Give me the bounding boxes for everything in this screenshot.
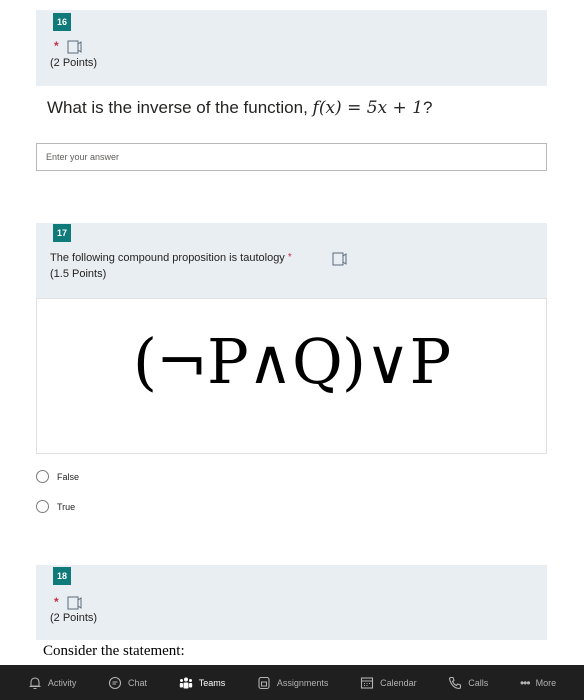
expression-image: (¬P∧Q)∨P [36,298,547,454]
nav-label: Chat [128,677,148,688]
question-prompt: What is the inverse of the function, f(x… [47,98,433,118]
option-label: False [57,471,80,482]
question-18-prompt: Consider the statement: [36,640,547,665]
teams-icon [179,677,192,688]
question-16-prompt: What is the inverse of the function, f(x… [36,86,547,128]
nav-teams[interactable]: Teams [179,676,226,690]
question-points: (2 Points) [50,57,98,69]
chat-icon [108,676,122,689]
option-true[interactable]: True [36,500,75,513]
question-points: (2 Points) [50,612,98,624]
logic-expression: (¬P∧Q)∨P [132,325,451,398]
bell-icon [29,676,41,689]
radio-button[interactable] [36,500,49,513]
calendar-icon [361,676,374,689]
question-points: (1.5 Points) [50,268,107,280]
nav-activity[interactable]: Activity [28,676,77,690]
question-title: The following compound proposition is ta… [50,252,285,264]
question-number: 18 [53,567,71,585]
nav-label: Calls [468,677,489,688]
question-text: Consider the statement: [43,643,185,659]
nav-chat[interactable]: Chat [108,676,147,690]
nav-label: Calendar [380,677,417,688]
nav-more[interactable]: ••• More [520,676,556,690]
more-icon: ••• [519,675,531,690]
immersive-reader-icon[interactable] [332,252,348,266]
phone-icon [449,676,462,689]
question-number: 17 [53,224,71,242]
question-17-header: 17 The following compound proposition is… [36,223,547,298]
immersive-reader-icon[interactable] [67,596,83,610]
nav-assignments[interactable]: Assignments [257,676,329,690]
assignments-icon [258,676,270,689]
nav-calls[interactable]: Calls [448,676,488,690]
immersive-reader-icon[interactable] [67,40,83,54]
answer-input[interactable] [36,143,547,171]
nav-calendar[interactable]: Calendar [360,676,417,690]
option-label: True [57,501,76,512]
nav-label: Assignments [276,677,329,688]
question-number: 16 [53,13,71,31]
required-marker: * [287,252,292,263]
question-title-row: The following compound proposition is ta… [50,252,292,264]
question-18-header: 18 * (2 Points) [36,565,547,640]
nav-label: Teams [198,677,226,688]
question-16-header: 16 * (2 Points) [36,10,547,86]
radio-button[interactable] [36,470,49,483]
option-false[interactable]: False [36,470,79,483]
nav-label: Activity [47,677,77,688]
teams-nav-bar: Activity Chat Teams Assignments Calendar… [0,665,584,700]
required-marker: * [54,39,59,53]
required-marker: * [54,595,59,609]
nav-label: More [535,677,557,688]
